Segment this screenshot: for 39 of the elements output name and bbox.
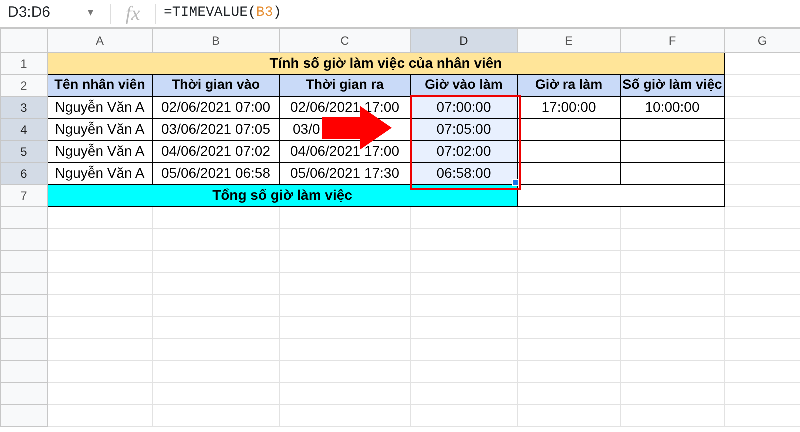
column-title: Giờ vào làm	[410, 74, 518, 96]
table-cell: 10:00:00	[620, 96, 724, 118]
table-cell: 06:58:00	[410, 162, 518, 184]
table-cell: Nguyễn Văn A	[48, 140, 152, 162]
row-header[interactable]: 3	[0, 96, 48, 118]
column-title: Số giờ làm việc	[620, 74, 724, 96]
formula-text[interactable]: =TIMEVALUE(B3)	[156, 3, 282, 24]
row-header[interactable]: 5	[0, 140, 48, 162]
column-header[interactable]: F	[620, 28, 724, 52]
row-header[interactable]: 2	[0, 74, 48, 96]
fill-handle[interactable]	[512, 179, 519, 186]
table-cell: 07:00:00	[410, 96, 518, 118]
function-icon: fx	[111, 0, 155, 28]
column-header[interactable]: D	[410, 28, 518, 52]
total-cell: Tổng số giờ làm việc	[48, 184, 518, 206]
title-cell: Tính số giờ làm việc của nhân viên	[48, 52, 724, 74]
row-header[interactable]: 7	[0, 184, 48, 206]
column-title: Tên nhân viên	[48, 74, 152, 96]
column-header[interactable]: C	[280, 28, 410, 52]
column-header[interactable]: A	[48, 28, 152, 52]
table-cell: 07:02:00	[410, 140, 518, 162]
row-header[interactable]: 4	[0, 118, 48, 140]
column-header[interactable]: G	[724, 28, 800, 52]
column-title: Thời gian ra	[280, 74, 410, 96]
table-cell: 02/06/2021 07:00	[152, 96, 280, 118]
column-header[interactable]: B	[152, 28, 280, 52]
table-cell: Nguyễn Văn A	[48, 96, 152, 118]
column-title: Thời gian vào	[152, 74, 280, 96]
table-cell: Nguyễn Văn A	[48, 118, 152, 140]
table-cell: 04/06/2021 07:02	[152, 140, 280, 162]
row-header[interactable]: 6	[0, 162, 48, 184]
table-cell: 17:00:00	[518, 96, 620, 118]
dropdown-icon[interactable]: ▾	[88, 5, 110, 22]
name-box[interactable]: D3:D6	[0, 2, 88, 25]
column-title: Giờ ra làm	[518, 74, 620, 96]
row-header[interactable]: 1	[0, 52, 48, 74]
table-cell: 07:05:00	[410, 118, 518, 140]
column-header[interactable]: E	[518, 28, 620, 52]
table-cell: 03/06/2021 07:05	[152, 118, 280, 140]
